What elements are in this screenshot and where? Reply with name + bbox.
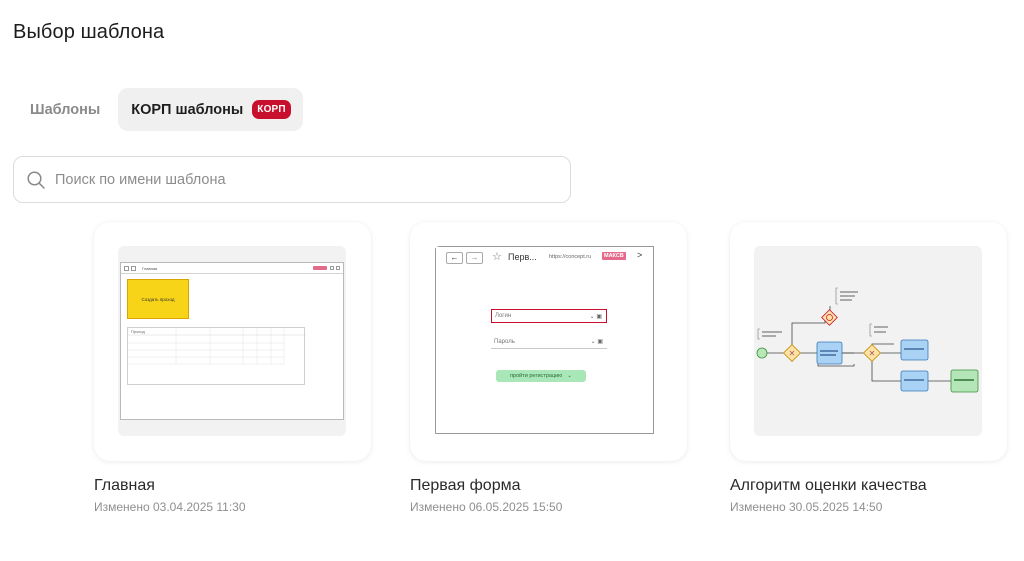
preview-back-icon: ← <box>446 252 463 264</box>
template-tabs: Шаблоны КОРП шаблоны КОРП <box>18 88 303 131</box>
preview-forward-icon: → <box>466 252 483 264</box>
preview-toolbar: Главная <box>121 263 343 274</box>
preview-page-title: Главная <box>142 265 158 271</box>
preview-table: Проход <box>127 327 306 385</box>
preview-title: Перв... <box>508 252 537 262</box>
bpmn-diagram-preview: ✕ ✕ <box>756 287 979 393</box>
preview-star-icon: ☆ <box>492 251 502 263</box>
preview-create-label: Создать проход <box>141 296 175 302</box>
preview-register-label: пройти регистрацию <box>510 373 563 379</box>
template-modified-date: Изменено 03.04.2025 11:30 <box>94 500 246 514</box>
preview-table-header: Проход <box>131 329 145 334</box>
tab-corp-templates-label: КОРП шаблоны <box>131 101 244 118</box>
search-box[interactable] <box>13 156 571 203</box>
gateway-1: ✕ <box>782 343 802 363</box>
preview-window: Главная Создать проход Проход <box>120 262 344 420</box>
template-card-main[interactable]: Главная Создать проход Проход <box>94 222 371 461</box>
template-modified-date: Изменено 30.05.2025 14:50 <box>730 500 883 514</box>
template-modified-date: Изменено 06.05.2025 15:50 <box>410 500 563 514</box>
tab-templates[interactable]: Шаблоны <box>18 88 112 131</box>
preview-create-button: Создать проход <box>127 279 189 319</box>
svg-text:✕: ✕ <box>789 349 796 358</box>
template-name[interactable]: Первая форма <box>410 477 520 495</box>
preview-url: https://concept.ru <box>549 254 592 260</box>
preview-chevron-icon: > <box>637 250 643 260</box>
preview-login-field: Логин ⌄ ▣ <box>491 309 607 323</box>
search-icon <box>27 170 45 189</box>
preview-login-label: Логин <box>495 313 512 319</box>
search-input[interactable] <box>55 171 535 188</box>
preview-password-field: Пароль ⌄ ▣ <box>491 335 607 349</box>
template-preview: ← → ☆ Перв... https://concept.ru МАКСВ >… <box>434 246 662 436</box>
preview-url-badge: МАКСВ <box>602 252 626 260</box>
template-card-first-form[interactable]: ← → ☆ Перв... https://concept.ru МАКСВ >… <box>410 222 687 461</box>
page-title: Выбор шаблона <box>13 21 165 43</box>
corp-badge: КОРП <box>252 100 291 119</box>
gateway-3: ✕ <box>862 343 882 363</box>
template-name[interactable]: Главная <box>94 477 155 495</box>
template-preview: Главная Создать проход Проход <box>118 246 346 436</box>
tab-templates-label: Шаблоны <box>30 101 101 118</box>
template-preview: ✕ ✕ <box>754 246 982 436</box>
preview-window: ← → ☆ Перв... https://concept.ru МАКСВ >… <box>435 246 654 434</box>
preview-register-button: пройти регистрацию ⌄ <box>496 370 586 382</box>
svg-text:✕: ✕ <box>869 349 876 358</box>
template-card-quality-algorithm[interactable]: ✕ ✕ <box>730 222 1007 461</box>
template-name[interactable]: Алгоритм оценки качества <box>730 477 927 495</box>
tab-corp-templates[interactable]: КОРП шаблоны КОРП <box>118 88 303 131</box>
preview-password-label: Пароль <box>494 338 515 345</box>
